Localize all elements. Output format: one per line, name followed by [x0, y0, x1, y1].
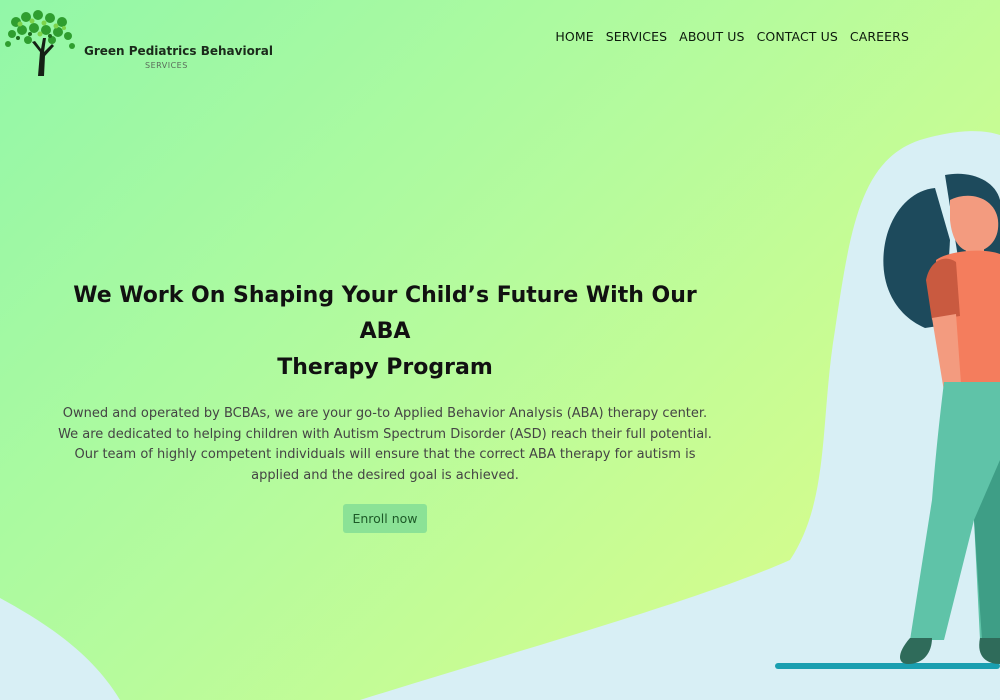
nav-careers[interactable]: CAREERS — [850, 29, 909, 44]
site-header: Green Pediatrics Behavioral SERVICES HOM… — [0, 0, 1000, 80]
brand-subtitle: SERVICES — [145, 61, 188, 70]
hero-title: We Work On Shaping Your Child’s Future W… — [55, 278, 715, 386]
main-nav: HOME SERVICES ABOUT US CONTACT US CAREER… — [555, 29, 909, 44]
nav-services[interactable]: SERVICES — [606, 29, 667, 44]
woman-illustration — [775, 173, 1000, 669]
hero-title-line2: Therapy Program — [277, 355, 493, 380]
hero-section: We Work On Shaping Your Child’s Future W… — [55, 278, 715, 533]
brand-logo[interactable]: Green Pediatrics Behavioral SERVICES — [0, 6, 273, 76]
enroll-now-button[interactable]: Enroll now — [343, 504, 427, 533]
hero-description: Owned and operated by BCBAs, we are your… — [58, 406, 712, 483]
hero-title-line1: We Work On Shaping Your Child’s Future W… — [73, 283, 697, 344]
brand-name: Green Pediatrics Behavioral — [84, 44, 273, 58]
nav-contact-us[interactable]: CONTACT US — [757, 29, 838, 44]
tree-icon — [5, 10, 75, 76]
nav-about-us[interactable]: ABOUT US — [679, 29, 744, 44]
nav-home[interactable]: HOME — [555, 29, 593, 44]
